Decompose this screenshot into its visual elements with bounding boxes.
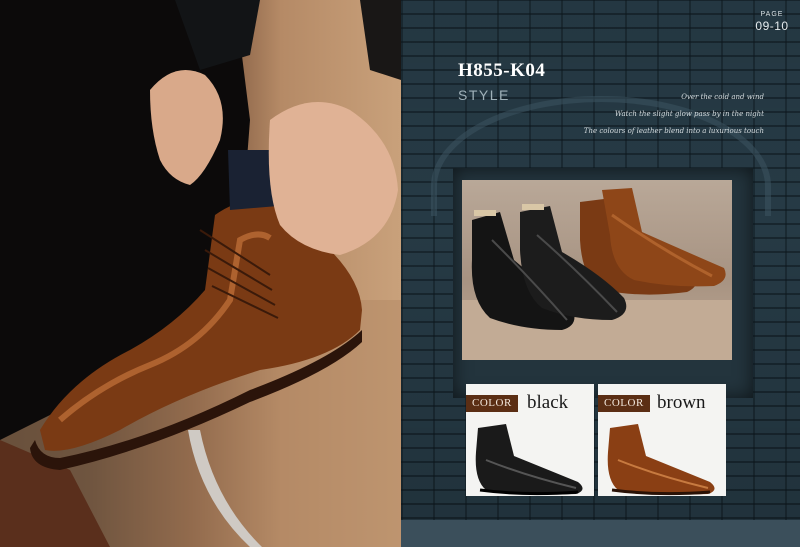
catalog-spread: PAGE 09-10 H855-K04 STYLE Over the cold …: [0, 0, 800, 547]
product-group-photo: [462, 180, 732, 360]
color-name-black: black: [527, 392, 569, 413]
product-info-panel: PAGE 09-10 H855-K04 STYLE Over the cold …: [401, 0, 800, 547]
color-tag-black: COLOR: [466, 395, 518, 412]
lifestyle-photo: [0, 0, 401, 547]
color-option-black[interactable]: COLOR black: [466, 384, 594, 496]
tagline-1: Over the cold and wind: [681, 93, 764, 101]
brown-boot-image: [607, 424, 715, 496]
style-label: STYLE: [458, 87, 510, 103]
color-name-brown: brown: [657, 392, 706, 413]
color-option-brown[interactable]: COLOR brown: [598, 384, 726, 496]
lacing-boot-illustration: [0, 0, 401, 547]
page-number: 09-10: [755, 19, 789, 33]
color-tag-brown: COLOR: [598, 395, 650, 412]
four-boots-illustration: [462, 188, 732, 360]
page-label: PAGE: [760, 11, 784, 18]
tagline-2: Watch the slight glow pass by in the nig…: [614, 110, 764, 118]
model-code: H855-K04: [458, 60, 546, 81]
tagline-3: The colours of leather blend into a luxu…: [583, 127, 764, 135]
sidewalk-strip: [401, 520, 800, 547]
black-boot-image: [475, 424, 583, 496]
